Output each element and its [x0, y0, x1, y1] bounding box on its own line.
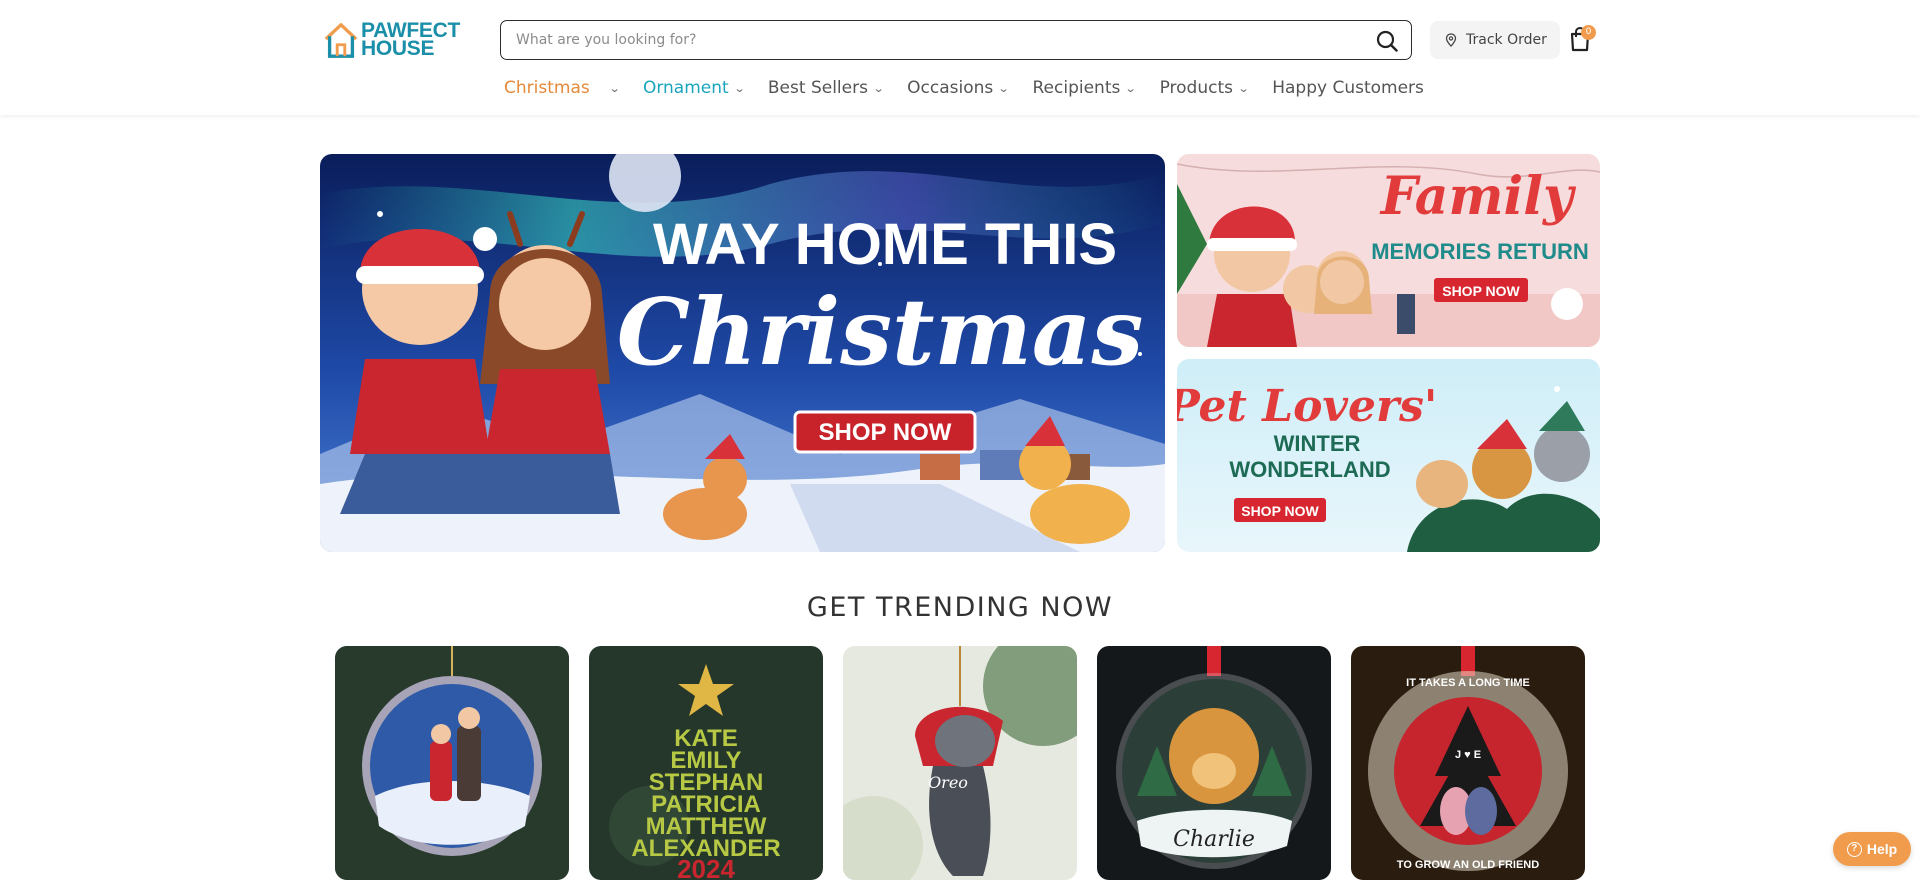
pet-banner-subtitle-1: WINTER	[1274, 431, 1361, 456]
nav-occasions-label: Occasions	[907, 78, 994, 98]
house-logo-icon	[324, 23, 358, 58]
search-bar	[500, 20, 1412, 60]
nav-occasions[interactable]: Occasions ⌄	[907, 78, 1010, 98]
pet-banner-subtitle-2: WONDERLAND	[1229, 457, 1390, 482]
friend-ring-bottom: TO GROW AN OLD FRIEND	[1397, 859, 1539, 871]
question-icon: ?	[1846, 841, 1862, 857]
cat-name: Oreo	[928, 773, 968, 792]
dog-name: Charlie	[1173, 827, 1255, 852]
site-header: PAWFECT HOUSE Track Order 0 Christmas ⌄ …	[0, 0, 1920, 115]
family-banner-title: Family	[1379, 166, 1577, 227]
tree-year: 2024	[677, 854, 735, 880]
nav-happy-customers[interactable]: Happy Customers	[1272, 78, 1424, 98]
product-card-name-tree[interactable]: KATE EMILY STEPHAN PATRICIA MATTHEW ALEX…	[589, 646, 823, 880]
friend-ring-top: IT TAKES A LONG TIME	[1406, 677, 1530, 689]
hero-banner[interactable]: WAY HOME THIS Christmas SHOP NOW	[320, 154, 1165, 552]
pet-lovers-banner[interactable]: Pet Lovers' WINTER WONDERLAND SHOP NOW	[1177, 359, 1600, 552]
chevron-down-icon: ⌄	[733, 81, 746, 95]
nav-products-label: Products	[1159, 78, 1233, 98]
family-banner[interactable]: Family MEMORIES RETURN SHOP NOW	[1177, 154, 1600, 347]
cart-count-badge: 0	[1581, 25, 1596, 40]
brand-line-2: HOUSE	[361, 37, 435, 60]
product-card-dog-ornament[interactable]: Charlie	[1097, 646, 1331, 880]
pet-banner-title: Pet Lovers'	[1177, 381, 1437, 432]
nav-recipients-label: Recipients	[1032, 78, 1121, 98]
family-banner-subtitle: MEMORIES RETURN	[1371, 239, 1589, 264]
nav-ornament[interactable]: Ornament ⌄	[642, 78, 746, 98]
help-label: Help	[1866, 841, 1898, 857]
product-card-photo-ornament[interactable]	[335, 646, 569, 880]
nav-happy-customers-label: Happy Customers	[1272, 78, 1424, 98]
main-nav: Christmas ⌄ Ornament ⌄ Best Sellers ⌄ Oc…	[504, 76, 1424, 100]
chevron-down-icon: ⌄	[608, 81, 621, 95]
trending-title: GET TRENDING NOW	[806, 592, 1114, 623]
nav-christmas[interactable]: Christmas ⌄	[504, 78, 621, 98]
chevron-down-icon: ⌄	[1124, 81, 1137, 95]
family-shop-now-label: SHOP NOW	[1442, 283, 1520, 299]
nav-products[interactable]: Products ⌄	[1159, 78, 1250, 98]
track-order-label: Track Order	[1466, 32, 1547, 48]
friend-initials: J ♥ E	[1455, 749, 1481, 761]
nav-best-sellers[interactable]: Best Sellers ⌄	[767, 78, 885, 98]
chevron-down-icon: ⌄	[872, 81, 885, 95]
product-card-cat-ornament[interactable]: Oreo	[843, 646, 1077, 880]
hero-headline-1: WAY HOME THIS	[653, 212, 1117, 277]
nav-ornament-label: Ornament	[642, 78, 729, 98]
nav-recipients[interactable]: Recipients ⌄	[1032, 78, 1137, 98]
track-order-button[interactable]: Track Order	[1430, 21, 1560, 59]
product-card-friend-ornament[interactable]: J ♥ E IT TAKES A LONG TIME TO GROW AN OL…	[1351, 646, 1585, 880]
nav-christmas-label: Christmas	[504, 78, 590, 98]
chevron-down-icon: ⌄	[1237, 81, 1250, 95]
brand-logo[interactable]: PAWFECT HOUSE	[322, 19, 460, 61]
hero-headline-2: Christmas	[617, 278, 1144, 386]
chevron-down-icon: ⌄	[997, 81, 1010, 95]
search-input[interactable]	[501, 21, 1341, 59]
trending-product-list: KATE EMILY STEPHAN PATRICIA MATTHEW ALEX…	[335, 646, 1585, 880]
help-button[interactable]: ? Help	[1833, 832, 1911, 866]
search-icon[interactable]	[1375, 29, 1399, 53]
hero-shop-now-label: SHOP NOW	[819, 419, 952, 446]
nav-best-sellers-label: Best Sellers	[767, 78, 868, 98]
location-pin-icon	[1445, 33, 1457, 47]
pet-shop-now-label: SHOP NOW	[1241, 503, 1319, 519]
